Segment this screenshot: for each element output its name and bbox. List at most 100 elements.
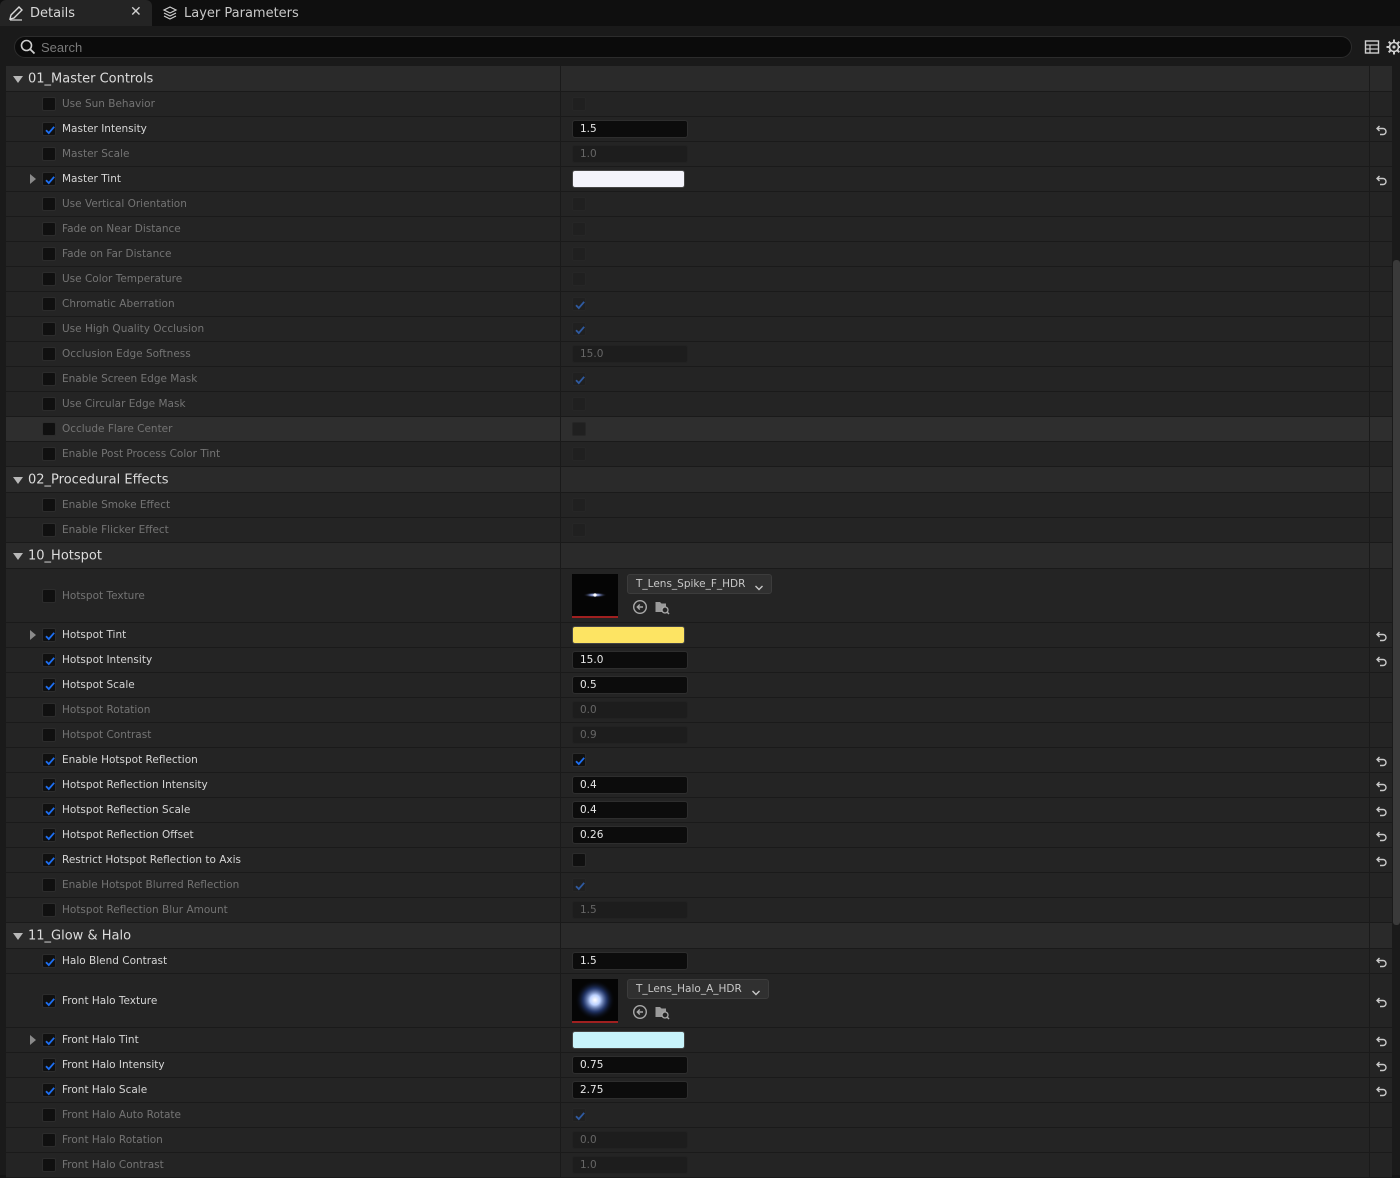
tab-layer-parameters[interactable]: Layer Parameters [158, 0, 299, 26]
override-checkbox[interactable] [42, 903, 56, 917]
caret-down-icon[interactable] [13, 75, 23, 83]
category-header[interactable]: 10_Hotspot [6, 543, 561, 568]
asset-dropdown[interactable]: T_Lens_Spike_F_HDR [627, 574, 773, 594]
number-input[interactable]: 0.4 [572, 776, 688, 794]
color-swatch[interactable] [572, 1031, 685, 1049]
reset-to-default-icon[interactable] [1374, 753, 1388, 767]
override-checkbox[interactable] [42, 498, 56, 512]
reset-to-default-icon[interactable] [1374, 778, 1388, 792]
reset-to-default-icon[interactable] [1374, 172, 1388, 186]
override-checkbox[interactable] [42, 588, 56, 603]
asset-dropdown[interactable]: T_Lens_Halo_A_HDR [627, 979, 769, 999]
expand-arrow-icon[interactable] [30, 630, 36, 640]
value-checkbox[interactable] [572, 853, 586, 867]
override-checkbox[interactable] [42, 803, 56, 817]
number-input[interactable]: 0.5 [572, 676, 688, 694]
scrollbar[interactable] [1393, 260, 1400, 925]
number-input[interactable]: 15.0 [572, 345, 688, 363]
override-checkbox[interactable] [42, 703, 56, 717]
value-checkbox[interactable] [572, 322, 586, 336]
number-input[interactable]: 1.5 [572, 952, 688, 970]
number-input[interactable]: 0.4 [572, 801, 688, 819]
number-input[interactable]: 2.75 [572, 1081, 688, 1099]
reset-to-default-icon[interactable] [1374, 122, 1388, 136]
value-checkbox[interactable] [572, 498, 586, 512]
reset-to-default-icon[interactable] [1374, 1033, 1388, 1047]
override-checkbox[interactable] [42, 728, 56, 742]
override-checkbox[interactable] [42, 954, 56, 968]
number-input[interactable]: 1.0 [572, 1156, 688, 1174]
override-checkbox[interactable] [42, 1083, 56, 1097]
override-checkbox[interactable] [42, 1058, 56, 1072]
table-view-icon[interactable] [1364, 39, 1380, 55]
category-header[interactable]: 02_Procedural Effects [6, 467, 561, 492]
override-checkbox[interactable] [42, 778, 56, 792]
number-input[interactable]: 0.9 [572, 726, 688, 744]
value-checkbox[interactable] [572, 197, 586, 211]
caret-down-icon[interactable] [13, 932, 23, 940]
override-checkbox[interactable] [42, 422, 56, 436]
override-checkbox[interactable] [42, 1158, 56, 1172]
value-checkbox[interactable] [572, 447, 586, 461]
override-checkbox[interactable] [42, 172, 56, 186]
reset-to-default-icon[interactable] [1374, 994, 1388, 1008]
override-checkbox[interactable] [42, 993, 56, 1008]
reset-to-default-icon[interactable] [1374, 853, 1388, 867]
number-input[interactable]: 0.0 [572, 1131, 688, 1149]
reset-to-default-icon[interactable] [1374, 1058, 1388, 1072]
override-checkbox[interactable] [42, 247, 56, 261]
override-checkbox[interactable] [42, 1033, 56, 1047]
value-checkbox[interactable] [572, 372, 586, 386]
override-checkbox[interactable] [42, 653, 56, 667]
color-swatch[interactable] [572, 170, 685, 188]
override-checkbox[interactable] [42, 853, 56, 867]
color-swatch[interactable] [572, 626, 685, 644]
override-checkbox[interactable] [42, 628, 56, 642]
expand-arrow-icon[interactable] [30, 174, 36, 184]
category-header[interactable]: 11_Glow & Halo [6, 923, 561, 948]
tab-details[interactable]: Details ✕ [0, 0, 152, 26]
override-checkbox[interactable] [42, 147, 56, 161]
override-checkbox[interactable] [42, 753, 56, 767]
expand-arrow-icon[interactable] [30, 1035, 36, 1045]
search-input[interactable] [41, 38, 1321, 56]
override-checkbox[interactable] [42, 97, 56, 111]
number-input[interactable]: 1.0 [572, 145, 688, 163]
override-checkbox[interactable] [42, 397, 56, 411]
gear-icon[interactable] [1386, 39, 1400, 55]
value-checkbox[interactable] [572, 97, 586, 111]
override-checkbox[interactable] [42, 523, 56, 537]
use-selected-asset-icon[interactable] [632, 599, 654, 619]
texture-thumbnail[interactable] [572, 574, 618, 618]
number-input[interactable]: 15.0 [572, 651, 688, 669]
reset-to-default-icon[interactable] [1374, 628, 1388, 642]
number-input[interactable]: 0.26 [572, 826, 688, 844]
value-checkbox[interactable] [572, 878, 586, 892]
reset-to-default-icon[interactable] [1374, 954, 1388, 968]
number-input[interactable]: 0.0 [572, 701, 688, 719]
override-checkbox[interactable] [42, 828, 56, 842]
override-checkbox[interactable] [42, 322, 56, 336]
use-selected-asset-icon[interactable] [632, 1004, 654, 1024]
override-checkbox[interactable] [42, 272, 56, 286]
value-checkbox[interactable] [572, 272, 586, 286]
override-checkbox[interactable] [42, 447, 56, 461]
reset-to-default-icon[interactable] [1374, 1083, 1388, 1097]
value-checkbox[interactable] [572, 753, 586, 767]
value-checkbox[interactable] [572, 397, 586, 411]
override-checkbox[interactable] [42, 197, 56, 211]
caret-down-icon[interactable] [13, 552, 23, 560]
browse-asset-icon[interactable] [654, 600, 676, 619]
override-checkbox[interactable] [42, 1108, 56, 1122]
value-checkbox[interactable] [572, 422, 586, 436]
value-checkbox[interactable] [572, 222, 586, 236]
caret-down-icon[interactable] [13, 476, 23, 484]
category-header[interactable]: 01_Master Controls [6, 66, 561, 91]
value-checkbox[interactable] [572, 523, 586, 537]
number-input[interactable]: 0.75 [572, 1056, 688, 1074]
override-checkbox[interactable] [42, 678, 56, 692]
override-checkbox[interactable] [42, 122, 56, 136]
override-checkbox[interactable] [42, 878, 56, 892]
override-checkbox[interactable] [42, 372, 56, 386]
browse-asset-icon[interactable] [654, 1005, 676, 1024]
